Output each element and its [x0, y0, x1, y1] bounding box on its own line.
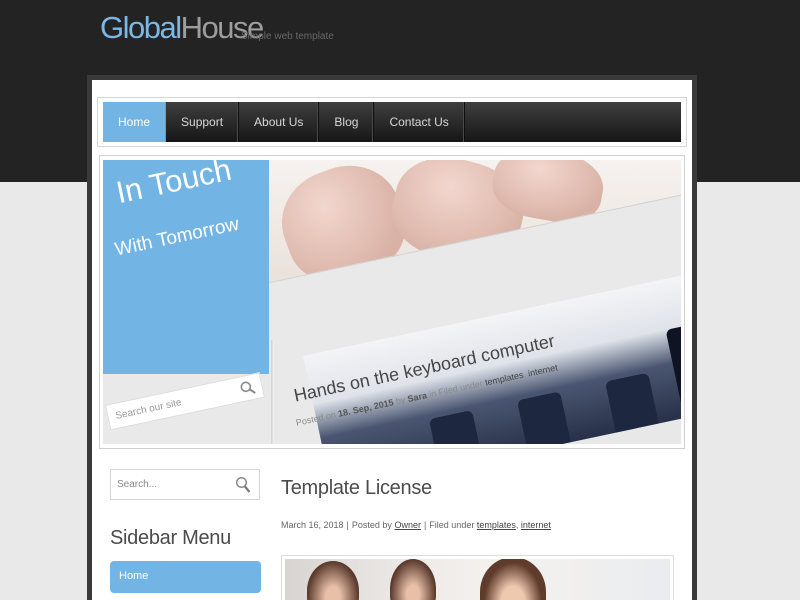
search-icon[interactable] [238, 378, 258, 402]
site-logo[interactable]: GlobalHouse [100, 10, 264, 46]
chair-shape [604, 372, 659, 433]
nav-item-home[interactable]: Home [103, 102, 167, 142]
post-title[interactable]: Template License [281, 477, 432, 500]
nav-item-contact-us[interactable]: Contact Us [374, 102, 465, 142]
search-icon[interactable] [235, 476, 251, 499]
meta-by: by [394, 394, 407, 407]
hero-heading: In Touch [113, 160, 235, 211]
post-author-link[interactable]: Owner [394, 520, 421, 530]
person-head-shape [307, 561, 359, 600]
person-head-shape [480, 559, 546, 600]
chair-shape [516, 391, 571, 444]
post-tag-internet[interactable]: internet [521, 520, 551, 530]
posted-by-label: Posted by [351, 520, 392, 530]
post-tag-templates[interactable]: templates [477, 520, 516, 530]
site-tagline: Simple web template [241, 31, 334, 42]
nav-item-blog[interactable]: Blog [319, 102, 375, 142]
hero-divider [271, 340, 274, 444]
main-nav: Home Support About Us Blog Contact Us [103, 102, 681, 142]
chair-shape [428, 410, 483, 444]
logo-part-1: Global [100, 10, 182, 45]
person-head-shape [390, 559, 436, 600]
filed-under-label: Filed under [429, 520, 475, 530]
hero-subheading: With Tomorrow [113, 213, 241, 261]
sidebar-item-home[interactable]: Home [110, 561, 261, 593]
nav-item-support[interactable]: Support [166, 102, 240, 142]
post-image [285, 559, 670, 600]
sidebar-menu-title: Sidebar Menu [110, 527, 231, 549]
sidebar-search [110, 469, 260, 500]
post-meta: March 16, 2018 | Posted by Owner | Filed und… [281, 520, 551, 530]
nav-item-about-us[interactable]: About Us [239, 102, 320, 142]
post-date: March 16, 2018 [281, 520, 344, 530]
hero-slider: In Touch With Tomorrow Hands on the keyb… [103, 160, 681, 444]
search-input[interactable] [111, 470, 231, 499]
hero-blue-panel: In Touch With Tomorrow [103, 160, 269, 374]
person-silhouette [665, 317, 681, 419]
